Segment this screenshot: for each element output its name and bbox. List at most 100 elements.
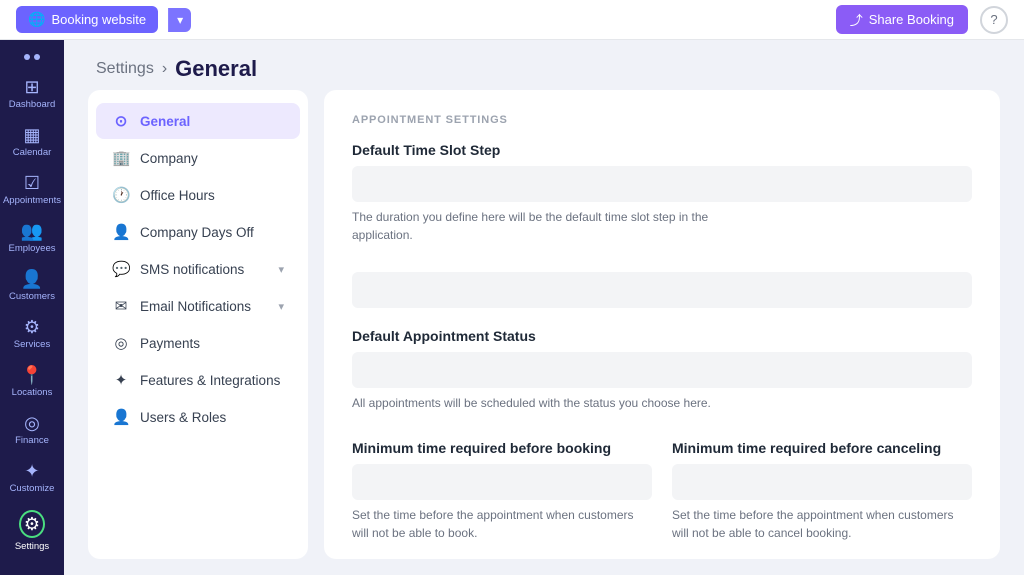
nav-label-features: Features & Integrations [140, 373, 280, 388]
general-nav-icon: ⊙ [112, 112, 130, 130]
field-min-time-canceling: Minimum time required before canceling S… [672, 440, 972, 542]
field-desc-time-slot: The duration you define here will be the… [352, 208, 732, 244]
booking-website-dropdown[interactable]: ▾ [168, 8, 191, 32]
field-desc-min-canceling: Set the time before the appointment when… [672, 506, 972, 542]
globe-icon: 🌐 [28, 11, 45, 28]
share-booking-button[interactable]: ⤴ Share Booking [836, 5, 968, 34]
appointments-icon: ☑ [24, 174, 40, 192]
nav-label-general: General [140, 114, 190, 129]
nav-label-email: Email Notifications [140, 299, 251, 314]
sms-chevron-icon: ▾ [278, 263, 284, 276]
sidebar-item-settings[interactable]: ⚙ Settings [0, 502, 64, 560]
sidebar-label-services: Services [14, 339, 50, 350]
dot-2 [34, 54, 40, 60]
services-icon: ⚙ [24, 318, 40, 336]
sidebar-item-appointments[interactable]: ☑ Appointments [0, 166, 64, 214]
field-row-booking-canceling: Minimum time required before booking Set… [352, 440, 972, 559]
payments-nav-icon: ◎ [112, 334, 130, 352]
share-booking-label: Share Booking [869, 12, 954, 27]
locations-icon: 📍 [21, 366, 43, 384]
nav-item-general[interactable]: ⊙ General [96, 103, 300, 139]
topbar-right: ⤴ Share Booking ? [836, 5, 1008, 34]
nav-item-company-days-off[interactable]: 👤 Company Days Off [96, 214, 300, 250]
breadcrumb-separator: › [162, 60, 167, 78]
topbar: 🌐 Booking website ▾ ⤴ Share Booking ? [0, 0, 1024, 40]
field-label-appointment-status: Default Appointment Status [352, 328, 972, 344]
company-days-off-nav-icon: 👤 [112, 223, 130, 241]
field-default-appointment-status: Default Appointment Status All appointme… [352, 328, 972, 412]
time-slot-input-block [352, 166, 972, 202]
nav-label-sms: SMS notifications [140, 262, 244, 277]
sidebar-label-settings: Settings [15, 541, 49, 552]
customers-icon: 👤 [21, 270, 43, 288]
sidebar-item-customize[interactable]: ✦ Customize [0, 454, 64, 502]
booking-website-label: Booking website [51, 12, 146, 27]
features-nav-icon: ✦ [112, 371, 130, 389]
users-nav-icon: 👤 [112, 408, 130, 426]
min-canceling-input [672, 464, 972, 500]
help-icon: ? [990, 12, 997, 27]
nav-label-office-hours: Office Hours [140, 188, 215, 203]
sms-nav-icon: 💬 [112, 260, 130, 278]
appointment-settings-label: APPOINTMENT SETTINGS [352, 114, 972, 126]
employees-icon: 👥 [21, 222, 43, 240]
content-area: Settings › General ⊙ General 🏢 Company 🕐 [64, 40, 1024, 575]
field-label-min-canceling: Minimum time required before canceling [672, 440, 972, 456]
nav-item-payments[interactable]: ◎ Payments [96, 325, 300, 361]
main-layout: ⊞ Dashboard ▦ Calendar ☑ Appointments 👥 … [0, 40, 1024, 575]
sidebar-item-calendar[interactable]: ▦ Calendar [0, 118, 64, 166]
topbar-left: 🌐 Booking website ▾ [16, 6, 191, 33]
dot-1 [24, 54, 30, 60]
office-hours-nav-icon: 🕐 [112, 186, 130, 204]
sidebar-item-services[interactable]: ⚙ Services [0, 310, 64, 358]
calendar-icon: ▦ [23, 126, 40, 144]
sidebar-item-employees[interactable]: 👥 Employees [0, 214, 64, 262]
finance-icon: ◎ [24, 414, 40, 432]
appointment-status-input-block [352, 352, 972, 388]
settings-icon: ⚙ [24, 514, 40, 534]
sidebar-item-dashboard[interactable]: ⊞ Dashboard [0, 70, 64, 118]
field-label-time-slot: Default Time Slot Step [352, 142, 972, 158]
nav-item-sms-notifications[interactable]: 💬 SMS notifications ▾ [96, 251, 300, 287]
email-nav-icon: ✉ [112, 297, 130, 315]
nav-item-users-roles[interactable]: 👤 Users & Roles [96, 399, 300, 435]
sidebar-label-calendar: Calendar [13, 147, 52, 158]
nav-label-company-days-off: Company Days Off [140, 225, 254, 240]
sidebar-label-customize: Customize [10, 483, 55, 494]
nav-label-payments: Payments [140, 336, 200, 351]
booking-website-button[interactable]: 🌐 Booking website [16, 6, 158, 33]
sidebar-item-finance[interactable]: ◎ Finance [0, 406, 64, 454]
spacer-block [352, 272, 972, 308]
settings-nav: ⊙ General 🏢 Company 🕐 Office Hours 👤 Com… [88, 90, 308, 559]
field-label-min-booking: Minimum time required before booking [352, 440, 652, 456]
sidebar-item-locations[interactable]: 📍 Locations [0, 358, 64, 406]
sidebar-label-appointments: Appointments [3, 195, 61, 206]
sidebar-collapse[interactable] [24, 48, 40, 70]
panels: ⊙ General 🏢 Company 🕐 Office Hours 👤 Com… [64, 90, 1024, 575]
help-button[interactable]: ? [980, 6, 1008, 34]
sidebar-label-locations: Locations [12, 387, 53, 398]
min-booking-input [352, 464, 652, 500]
nav-item-features-integrations[interactable]: ✦ Features & Integrations [96, 362, 300, 398]
sidebar: ⊞ Dashboard ▦ Calendar ☑ Appointments 👥 … [0, 40, 64, 575]
sidebar-label-dashboard: Dashboard [9, 99, 55, 110]
dashboard-icon: ⊞ [24, 78, 39, 96]
sidebar-item-customers[interactable]: 👤 Customers [0, 262, 64, 310]
field-min-time-booking: Minimum time required before booking Set… [352, 440, 652, 542]
email-chevron-icon: ▾ [278, 300, 284, 313]
breadcrumb-bar: Settings › General [64, 40, 1024, 90]
sidebar-label-customers: Customers [9, 291, 55, 302]
nav-item-email-notifications[interactable]: ✉ Email Notifications ▾ [96, 288, 300, 324]
field-desc-min-booking: Set the time before the appointment when… [352, 506, 652, 542]
nav-item-company[interactable]: 🏢 Company [96, 140, 300, 176]
sidebar-label-finance: Finance [15, 435, 49, 446]
sidebar-label-employees: Employees [9, 243, 56, 254]
breadcrumb: Settings › General [96, 56, 992, 82]
field-default-time-slot: Default Time Slot Step The duration you … [352, 142, 972, 244]
nav-label-company: Company [140, 151, 198, 166]
field-desc-appointment-status: All appointments will be scheduled with … [352, 394, 732, 412]
breadcrumb-parent: Settings [96, 60, 154, 78]
breadcrumb-current: General [175, 56, 257, 82]
share-icon: ⤴ [850, 10, 863, 29]
nav-item-office-hours[interactable]: 🕐 Office Hours [96, 177, 300, 213]
